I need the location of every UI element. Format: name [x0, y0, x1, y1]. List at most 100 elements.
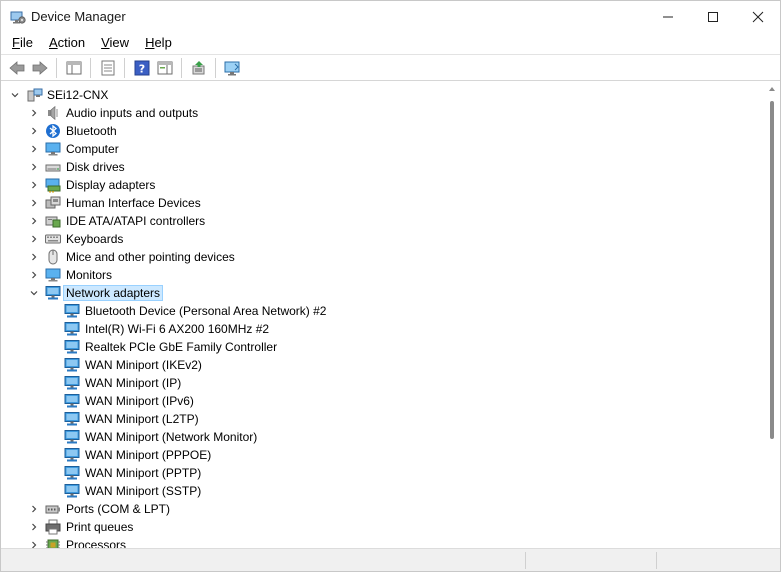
tree-category-ide-ata-atapi-controllers[interactable]: IDE ATA/ATAPI controllers — [1, 212, 401, 230]
tree-root[interactable]: SEi12-CNX — [1, 86, 301, 104]
menu-action[interactable]: Action — [41, 32, 93, 54]
network-adapter-item[interactable]: Realtek PCIe GbE Family Controller — [1, 338, 401, 356]
chevron-right-icon[interactable] — [28, 230, 40, 248]
tree-category-label: Audio inputs and outputs — [66, 106, 199, 120]
network-adapter-label: Realtek PCIe GbE Family Controller — [85, 340, 278, 354]
tree-category-audio-inputs-and-outputs[interactable]: Audio inputs and outputs — [1, 104, 401, 122]
update-driver-button[interactable] — [187, 57, 210, 79]
back-button[interactable] — [5, 57, 28, 79]
close-button[interactable] — [735, 1, 780, 32]
scrollbar-thumb[interactable] — [770, 101, 774, 439]
network-adapter-item[interactable]: WAN Miniport (Network Monitor) — [1, 428, 401, 446]
tree-category-display-adapters[interactable]: Display adapters — [1, 176, 401, 194]
network-adapter-item[interactable]: WAN Miniport (IKEv2) — [1, 356, 401, 374]
tree-root-label: SEi12-CNX — [47, 88, 109, 102]
scroll-up-arrow-icon[interactable] — [769, 87, 775, 91]
tree-category-bluetooth[interactable]: Bluetooth — [1, 122, 401, 140]
network-adapter-label: WAN Miniport (IPv6) — [85, 394, 194, 408]
network-adapter-item[interactable]: Intel(R) Wi-Fi 6 AX200 160MHz #2 — [1, 320, 401, 338]
toolbar-separator — [90, 57, 91, 78]
forward-icon — [32, 60, 48, 75]
network-adapter-item[interactable]: Bluetooth Device (Personal Area Network)… — [1, 302, 401, 320]
toolbar-separator — [215, 57, 216, 78]
tree-category-ports-com-lpt[interactable]: Ports (COM & LPT) — [1, 500, 401, 518]
network-adapter-icon — [64, 394, 80, 408]
menu-view[interactable]: View — [93, 32, 137, 54]
minimize-button[interactable] — [645, 1, 691, 32]
network-adapter-label: WAN Miniport (PPPOE) — [85, 448, 212, 462]
network-adapter-item[interactable]: WAN Miniport (SSTP) — [1, 482, 401, 500]
chevron-right-icon[interactable] — [28, 140, 40, 158]
title-bar[interactable]: Device Manager — [1, 1, 780, 32]
chevron-right-icon[interactable] — [28, 158, 40, 176]
menu-file-accel: F — [12, 35, 20, 50]
network-adapter-icon — [64, 376, 80, 390]
maximize-button[interactable] — [690, 1, 736, 32]
processor-icon — [46, 539, 60, 548]
tree-category-disk-drives[interactable]: Disk drives — [1, 158, 401, 176]
tree-category-network-adapters[interactable]: Network adapters — [1, 284, 401, 302]
toolbar: ? — [1, 54, 780, 81]
network-adapter-item[interactable]: WAN Miniport (PPPOE) — [1, 446, 401, 464]
tree-category-keyboards[interactable]: Keyboards — [1, 230, 401, 248]
properties-icon — [101, 60, 114, 75]
help-button[interactable]: ? — [130, 57, 153, 79]
scan-hardware-icon — [224, 61, 239, 75]
action-pane-button[interactable] — [153, 57, 176, 79]
network-adapter-label: Bluetooth Device (Personal Area Network)… — [85, 304, 327, 318]
vertical-scrollbar[interactable] — [765, 83, 780, 548]
network-adapter-item[interactable]: WAN Miniport (L2TP) — [1, 410, 401, 428]
tree-category-print-queues[interactable]: Print queues — [1, 518, 401, 536]
network-adapter-item[interactable]: WAN Miniport (IP) — [1, 374, 401, 392]
device-tree[interactable]: SEi12-CNX Audio inputs and outputs Blueto… — [1, 83, 765, 548]
tree-category-label: Human Interface Devices — [66, 196, 201, 210]
close-icon — [752, 11, 764, 22]
chevron-right-icon[interactable] — [28, 500, 40, 518]
show-hide-console-tree-icon — [66, 61, 81, 74]
tree-category-processors[interactable]: Processors — [1, 536, 401, 548]
status-separator — [525, 552, 526, 569]
tree-category-label: Bluetooth — [66, 124, 117, 138]
window-title: Device Manager — [31, 9, 126, 24]
network-adapter-icon — [64, 484, 80, 498]
scan-hardware-button[interactable] — [221, 57, 244, 79]
chevron-right-icon[interactable] — [28, 122, 40, 140]
tree-category-label: Processors — [66, 538, 127, 548]
tree-category-label: Display adapters — [66, 178, 156, 192]
chevron-down-icon[interactable] — [9, 86, 21, 104]
network-adapter-icon — [64, 466, 80, 480]
maximize-icon — [708, 11, 718, 22]
chevron-right-icon[interactable] — [28, 536, 40, 548]
help-icon: ? — [134, 60, 149, 75]
network-adapter-label: WAN Miniport (IKEv2) — [85, 358, 202, 372]
status-bar — [1, 548, 780, 571]
chevron-right-icon[interactable] — [28, 104, 40, 122]
menu-help[interactable]: Help — [137, 32, 180, 54]
chevron-right-icon[interactable] — [28, 248, 40, 266]
network-adapter-item[interactable]: WAN Miniport (IPv6) — [1, 392, 401, 410]
tree-category-monitors[interactable]: Monitors — [1, 266, 401, 284]
tree-category-human-interface-devices[interactable]: Human Interface Devices — [1, 194, 401, 212]
tree-category-computer[interactable]: Computer — [1, 140, 401, 158]
menu-file[interactable]: File — [4, 32, 41, 54]
tree-category-label: Mice and other pointing devices — [66, 250, 235, 264]
chevron-down-icon[interactable] — [28, 284, 40, 302]
tree-category-label: Disk drives — [66, 160, 125, 174]
tree-category-mice-and-other-pointing-devices[interactable]: Mice and other pointing devices — [1, 248, 401, 266]
network-adapter-icon — [64, 322, 80, 336]
chevron-right-icon[interactable] — [28, 176, 40, 194]
menu-view-accel: V — [101, 35, 110, 50]
show-hide-console-tree-button[interactable] — [62, 57, 85, 79]
ide-controller-icon — [45, 216, 61, 228]
chevron-right-icon[interactable] — [28, 266, 40, 284]
status-separator — [656, 552, 657, 569]
toolbar-separator — [124, 57, 125, 78]
chevron-right-icon[interactable] — [28, 194, 40, 212]
properties-button[interactable] — [96, 57, 119, 79]
menu-bar: File Action View Help — [1, 32, 780, 54]
forward-button[interactable] — [28, 57, 51, 79]
chevron-right-icon[interactable] — [28, 212, 40, 230]
tree-category-label: Computer — [66, 142, 119, 156]
network-adapter-item[interactable]: WAN Miniport (PPTP) — [1, 464, 401, 482]
chevron-right-icon[interactable] — [28, 518, 40, 536]
